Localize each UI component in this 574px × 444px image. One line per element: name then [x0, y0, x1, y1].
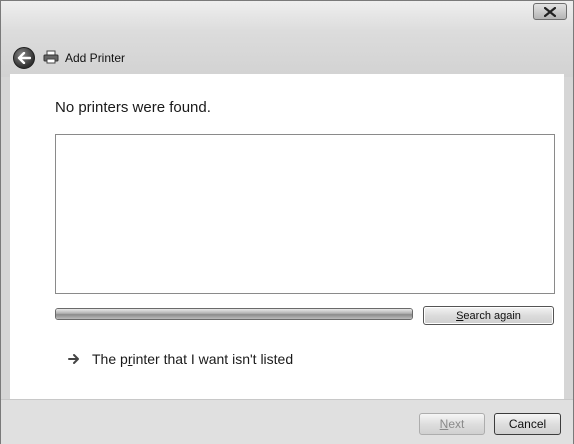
- next-button[interactable]: Next: [419, 413, 485, 435]
- search-progress-bar: [55, 308, 413, 320]
- window-title: Add Printer: [65, 51, 126, 65]
- cancel-button[interactable]: Cancel: [494, 413, 561, 435]
- link-label: The printer that I want isn't listed: [92, 351, 294, 367]
- title-bar: Add Printer: [1, 1, 573, 77]
- back-button[interactable]: [13, 47, 35, 69]
- button-bar: Next Cancel: [1, 399, 573, 444]
- progress-fill: [56, 309, 412, 319]
- printer-icon: [43, 50, 59, 64]
- close-icon: [544, 6, 556, 17]
- close-button[interactable]: [533, 3, 567, 20]
- printer-not-listed-link[interactable]: The printer that I want isn't listed: [68, 351, 293, 367]
- search-again-button[interactable]: Search again: [423, 306, 554, 325]
- printer-list[interactable]: [55, 134, 555, 294]
- back-arrow-icon: [17, 52, 31, 64]
- page-heading: No printers were found.: [55, 99, 211, 116]
- search-again-accel: S: [456, 309, 464, 322]
- search-again-label: earch again: [463, 309, 521, 322]
- wizard-content: No printers were found. Search again The…: [10, 74, 564, 399]
- arrow-right-icon: [68, 354, 79, 364]
- add-printer-window: Add Printer No printers were found. Sear…: [0, 0, 574, 444]
